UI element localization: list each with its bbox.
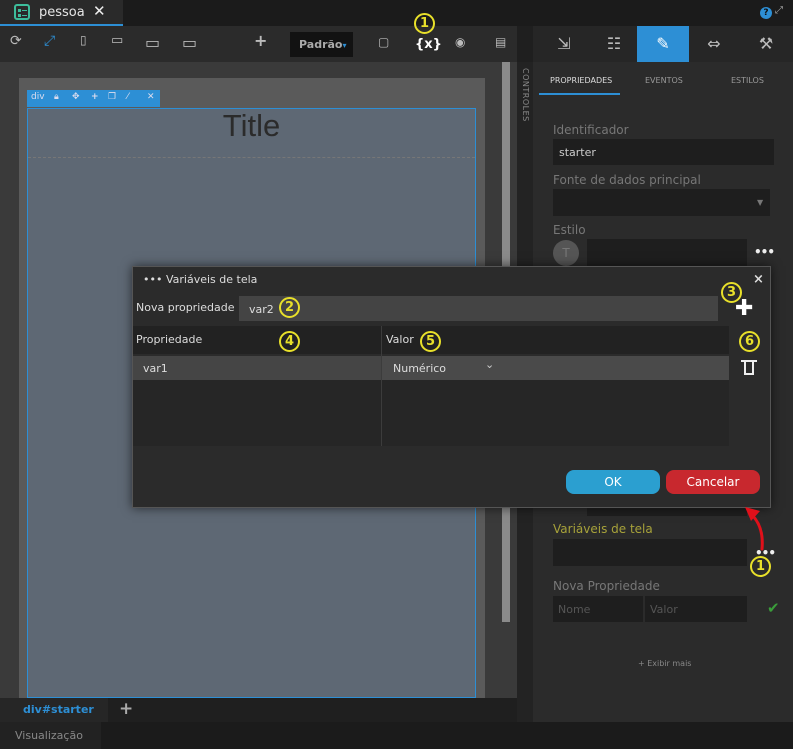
value-input[interactable]: Valor bbox=[645, 596, 747, 622]
style-label: Estilo bbox=[553, 223, 586, 237]
datasource-icon[interactable]: ▢ bbox=[378, 35, 389, 49]
style-avatar: T bbox=[553, 240, 579, 266]
help-icon[interactable]: ? bbox=[760, 7, 772, 19]
standard-select[interactable]: Padrão▾ bbox=[290, 32, 353, 57]
name-input[interactable]: Nome bbox=[553, 596, 643, 622]
file-tab-label: pessoa bbox=[39, 5, 85, 20]
callout-badge: 3 bbox=[721, 282, 742, 303]
datasource-select[interactable] bbox=[553, 189, 770, 216]
divider bbox=[28, 157, 475, 158]
table-row-name[interactable]: var1 bbox=[133, 356, 381, 380]
preview-tab[interactable]: Visualização bbox=[0, 722, 101, 749]
datasource-label: Fonte de dados principal bbox=[553, 173, 701, 187]
callout-badge: 1 bbox=[414, 13, 435, 34]
chevron-down-icon: ▾ bbox=[342, 41, 347, 50]
chevron-down-icon[interactable]: ⌄ bbox=[485, 358, 494, 371]
trash-icon[interactable] bbox=[744, 362, 754, 375]
column-header-property: Propriedade bbox=[136, 333, 203, 346]
callout-arrow bbox=[745, 507, 764, 551]
title-heading[interactable]: Title bbox=[27, 108, 476, 144]
lock-icon[interactable]: 🔒︎ bbox=[54, 92, 59, 102]
screen-variables-input[interactable] bbox=[553, 539, 747, 566]
file-tab[interactable]: pessoa ✕ bbox=[0, 0, 123, 26]
eye-icon[interactable]: ◉ bbox=[455, 35, 465, 49]
ok-button[interactable]: OK bbox=[566, 470, 660, 494]
controls-label: CONTROLES bbox=[516, 68, 534, 168]
column-divider bbox=[381, 326, 382, 446]
move-icon[interactable]: ✥ bbox=[72, 92, 80, 102]
close-icon[interactable]: × bbox=[753, 272, 764, 287]
database-icon[interactable]: ▤ bbox=[495, 35, 506, 49]
wand-icon[interactable]: ⁄ bbox=[127, 92, 129, 102]
expand-icon[interactable]: ⤢ bbox=[775, 5, 783, 16]
refresh-icon[interactable]: ⟳ bbox=[10, 33, 22, 49]
column-header-value: Valor bbox=[386, 333, 414, 346]
sub-tabs: PROPRIEDADES EVENTOS ESTILOS bbox=[539, 68, 793, 96]
new-property-label: Nova Propriedade bbox=[553, 579, 660, 593]
close-icon[interactable]: ✕ bbox=[147, 92, 155, 102]
add-tab-icon[interactable]: + bbox=[119, 699, 133, 719]
tree-icon[interactable]: ☷ bbox=[588, 26, 640, 62]
new-property-label: Nova propriedade bbox=[136, 301, 235, 314]
style-more-icon[interactable]: ••• bbox=[754, 245, 775, 259]
desktop-icon[interactable]: ▭ bbox=[145, 33, 160, 52]
preview-bar bbox=[0, 722, 793, 749]
standard-select-value: Padrão bbox=[299, 38, 343, 51]
close-tab-icon[interactable]: ✕ bbox=[93, 2, 106, 20]
resize-icon[interactable]: ⤢ bbox=[44, 33, 55, 49]
import-icon[interactable]: ⇲ bbox=[538, 26, 590, 62]
add-icon[interactable]: + bbox=[91, 92, 99, 102]
layout-icon[interactable]: ⇔ bbox=[688, 26, 740, 62]
element-tag: div bbox=[31, 92, 45, 102]
tablet-icon[interactable]: ▭ bbox=[111, 33, 123, 48]
cancel-button[interactable]: Cancelar bbox=[666, 470, 760, 494]
style-input[interactable] bbox=[587, 239, 747, 266]
screen-variables-label: Variáveis de tela bbox=[553, 522, 653, 536]
chevron-down-icon: ▼ bbox=[757, 198, 764, 207]
tab-styles[interactable]: ESTILOS bbox=[731, 76, 764, 85]
table-body bbox=[133, 380, 729, 446]
dialog-title: ••• Variáveis de tela bbox=[143, 273, 258, 286]
identifier-label: Identificador bbox=[553, 123, 629, 137]
callout-badge: 5 bbox=[420, 331, 441, 352]
widescreen-icon[interactable]: ▭ bbox=[182, 33, 197, 52]
type-select[interactable]: Numérico bbox=[382, 356, 729, 380]
add-icon[interactable]: + bbox=[254, 31, 267, 50]
check-icon[interactable]: ✔ bbox=[767, 599, 780, 617]
copy-icon[interactable]: ❐ bbox=[108, 92, 116, 102]
identifier-input[interactable]: starter bbox=[553, 139, 774, 165]
active-tab-indicator bbox=[539, 93, 620, 95]
form-icon bbox=[14, 4, 30, 20]
breadcrumb[interactable]: div#starter bbox=[0, 698, 108, 722]
callout-badge: 6 bbox=[739, 331, 760, 352]
tab-events[interactable]: EVENTOS bbox=[645, 76, 683, 85]
new-property-input[interactable]: var2 bbox=[239, 296, 718, 321]
screen-variables-button[interactable]: {x} bbox=[415, 37, 442, 52]
show-more-link[interactable]: + Exibir mais bbox=[638, 659, 691, 668]
element-toolbar: div 🔒︎ ✥ + ❐ ⁄ ✕ bbox=[27, 90, 160, 107]
tools-icon[interactable]: ⚒ bbox=[740, 26, 792, 62]
controls-text: CONTROLES bbox=[521, 68, 530, 122]
panel-tabs: ⇲ ☷ ✎ ⇔ ⚒ bbox=[533, 26, 793, 62]
callout-badge: 4 bbox=[279, 331, 300, 352]
edit-icon[interactable]: ✎ bbox=[637, 26, 689, 62]
phone-icon[interactable]: ▯ bbox=[80, 33, 87, 47]
tab-properties[interactable]: PROPRIEDADES bbox=[550, 76, 612, 85]
callout-badge: 2 bbox=[279, 297, 300, 318]
